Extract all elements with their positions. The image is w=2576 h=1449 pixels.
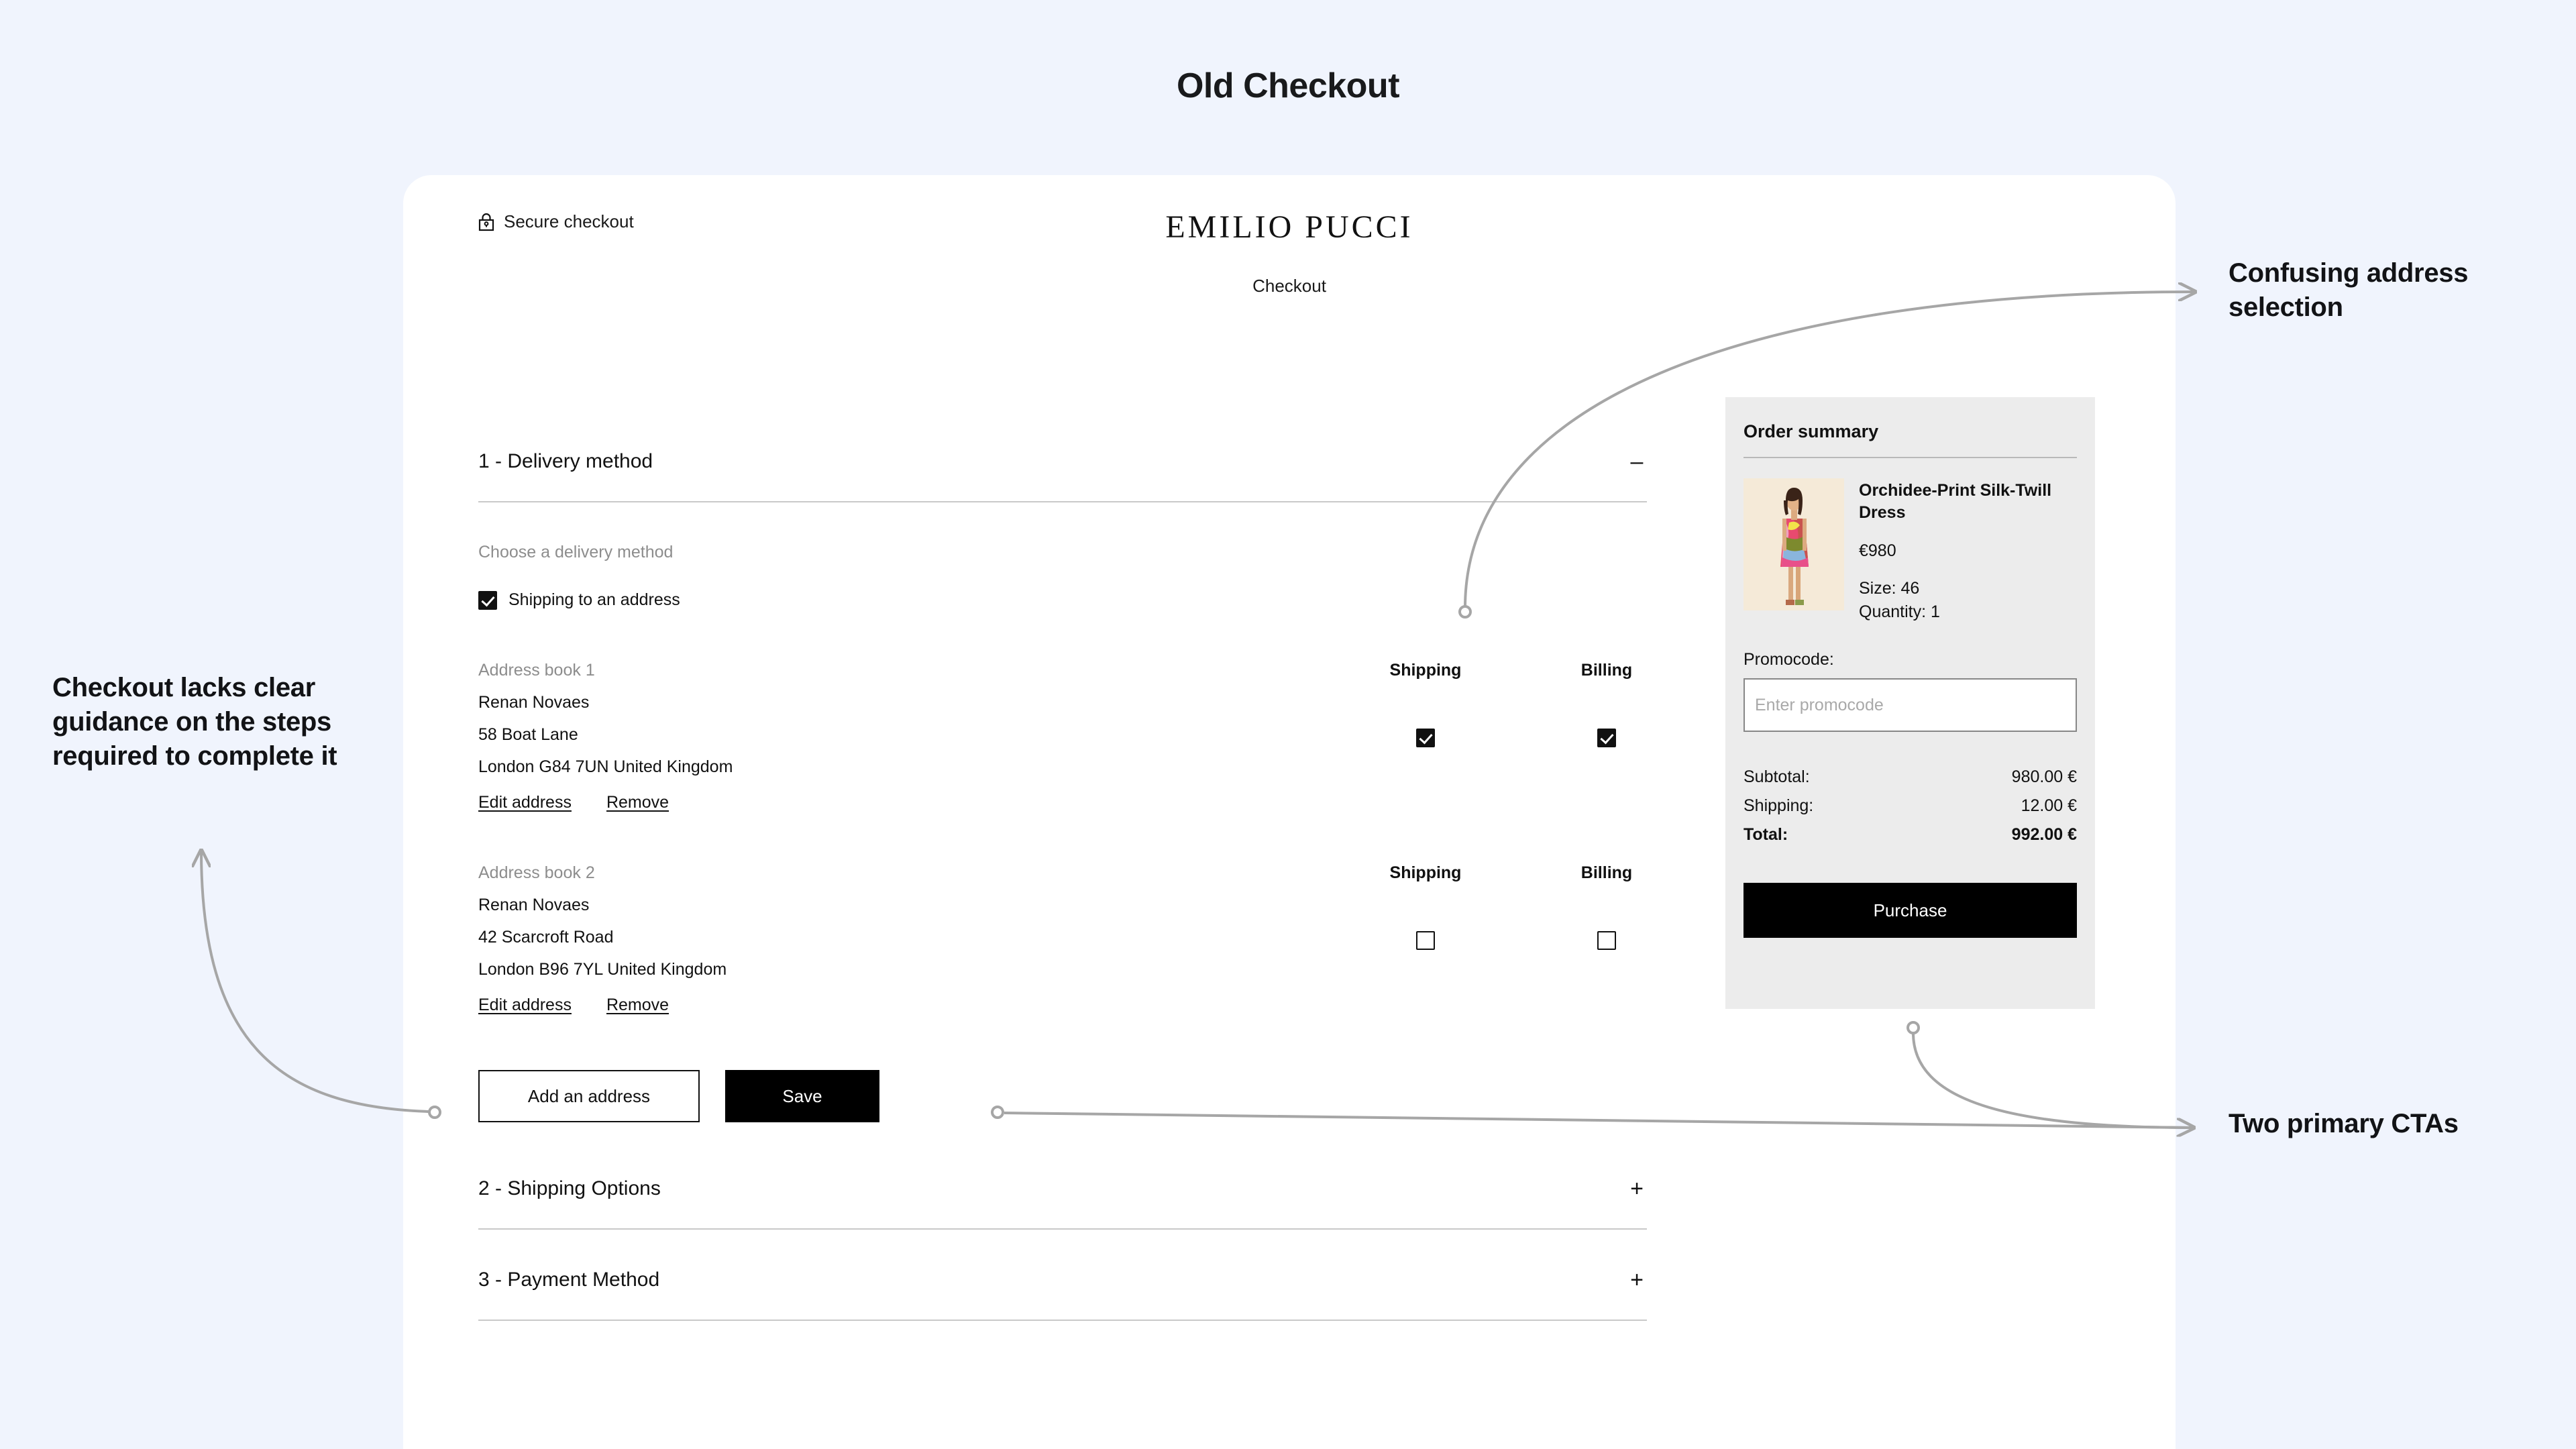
subtotal-label: Subtotal:	[1743, 767, 1810, 786]
remove-address-link[interactable]: Remove	[606, 793, 669, 812]
annotation-address-selection: Confusing address selection	[2229, 258, 2469, 323]
section-delivery-method-title: 1 - Delivery method	[478, 450, 653, 472]
product-price: €980	[1859, 541, 1896, 560]
total-row-subtotal: Subtotal: 980.00 €	[1743, 767, 2077, 787]
address-book-entry-1: Address book 1 Renan Novaes 58 Boat Lane…	[478, 661, 1647, 812]
remove-address-link[interactable]: Remove	[606, 996, 669, 1015]
order-summary-product: Orchidee-Print Silk-Twill Dress €980 Siz…	[1743, 478, 2077, 622]
total-value: 992.00 €	[2011, 825, 2077, 844]
order-summary-panel: Order summary Orchidee-Print Silk-Twill …	[1725, 397, 2095, 1009]
shipping-column-header: Shipping	[1389, 863, 1462, 882]
total-row-shipping: Shipping: 12.00 €	[1743, 796, 2077, 816]
address-city-line: London B96 7YL United Kingdom	[478, 960, 727, 979]
shipping-column: Shipping	[1385, 863, 1466, 950]
checkout-subtitle: Checkout	[1252, 276, 1326, 296]
divider	[1743, 457, 2077, 458]
product-details: Orchidee-Print Silk-Twill Dress €980 Siz…	[1859, 478, 2077, 622]
order-totals: Subtotal: 980.00 € Shipping: 12.00 € Tot…	[1743, 767, 2077, 845]
shipping-to-address-checkbox[interactable]	[478, 590, 497, 610]
total-label: Total:	[1743, 825, 1788, 844]
section-shipping-options: 2 - Shipping Options +	[478, 1157, 1647, 1230]
plus-icon[interactable]: +	[1627, 1269, 1647, 1291]
address-1-shipping-checkbox[interactable]	[1416, 729, 1435, 747]
section-shipping-options-header[interactable]: 2 - Shipping Options +	[478, 1157, 1647, 1200]
billing-column: Billing	[1566, 661, 1647, 747]
product-size: Size: 46	[1859, 579, 1920, 598]
product-quantity: Quantity: 1	[1859, 602, 1940, 621]
address-2-shipping-checkbox[interactable]	[1416, 931, 1435, 950]
section-shipping-options-title: 2 - Shipping Options	[478, 1177, 661, 1199]
address-city-line: London G84 7UN United Kingdom	[478, 757, 733, 776]
annotation-two-ctas: Two primary CTAs	[2229, 1109, 2459, 1138]
address-book-entry-2: Address book 2 Renan Novaes 42 Scarcroft…	[478, 863, 1647, 1015]
checkout-sections: 1 - Delivery method – Choose a delivery …	[478, 430, 1647, 1321]
product-thumbnail	[1743, 478, 1844, 610]
billing-column-header: Billing	[1580, 863, 1633, 882]
section-delivery-method-header[interactable]: 1 - Delivery method –	[478, 430, 1647, 473]
shipping-value: 12.00 €	[2021, 796, 2077, 815]
minus-icon[interactable]: –	[1627, 450, 1647, 473]
save-button[interactable]: Save	[725, 1070, 879, 1122]
billing-column: Billing	[1566, 863, 1647, 950]
promocode-input[interactable]	[1743, 678, 2077, 732]
screenshot-stage: Old Checkout Secure checkout EMILIO PUCC…	[0, 0, 2576, 1449]
section-delivery-method: 1 - Delivery method –	[478, 430, 1647, 502]
address-actions: Add an address Save	[478, 1070, 1647, 1157]
subtotal-value: 980.00 €	[2011, 767, 2077, 786]
brand-logo: EMILIO PUCCI	[1165, 209, 1413, 245]
address-checkbox-columns: Shipping Billing	[1385, 863, 1647, 950]
shipping-label: Shipping:	[1743, 796, 1814, 815]
product-name: Orchidee-Print Silk-Twill Dress	[1859, 481, 2052, 522]
address-2-billing-checkbox[interactable]	[1597, 931, 1616, 950]
order-summary-title: Order summary	[1743, 421, 1879, 441]
purchase-button[interactable]: Purchase	[1743, 883, 2077, 938]
edit-address-link[interactable]: Edit address	[478, 996, 572, 1015]
add-an-address-button[interactable]: Add an address	[478, 1070, 700, 1122]
shipping-column-header: Shipping	[1389, 661, 1462, 680]
address-checkbox-columns: Shipping Billing	[1385, 661, 1647, 747]
billing-column-header: Billing	[1580, 661, 1633, 680]
edit-address-link[interactable]: Edit address	[478, 793, 572, 812]
annotation-checkout-guidance: Checkout lacks clear guidance on the ste…	[52, 673, 337, 771]
plus-icon[interactable]: +	[1627, 1177, 1647, 1200]
total-row-grand: Total: 992.00 €	[1743, 825, 2077, 845]
shipping-column: Shipping	[1385, 661, 1466, 747]
page-title: Old Checkout	[1176, 66, 1400, 105]
choose-delivery-label: Choose a delivery method	[478, 543, 674, 561]
section-payment-method: 3 - Payment Method +	[478, 1248, 1647, 1321]
section-payment-method-header[interactable]: 3 - Payment Method +	[478, 1248, 1647, 1291]
promocode-label: Promocode:	[1743, 650, 1834, 669]
address-1-billing-checkbox[interactable]	[1597, 729, 1616, 747]
delivery-method-body: Choose a delivery method Shipping to an …	[478, 502, 1647, 1157]
shipping-to-address-label: Shipping to an address	[508, 590, 680, 609]
shipping-to-address-option[interactable]: Shipping to an address	[478, 590, 1647, 610]
section-payment-method-title: 3 - Payment Method	[478, 1269, 660, 1291]
